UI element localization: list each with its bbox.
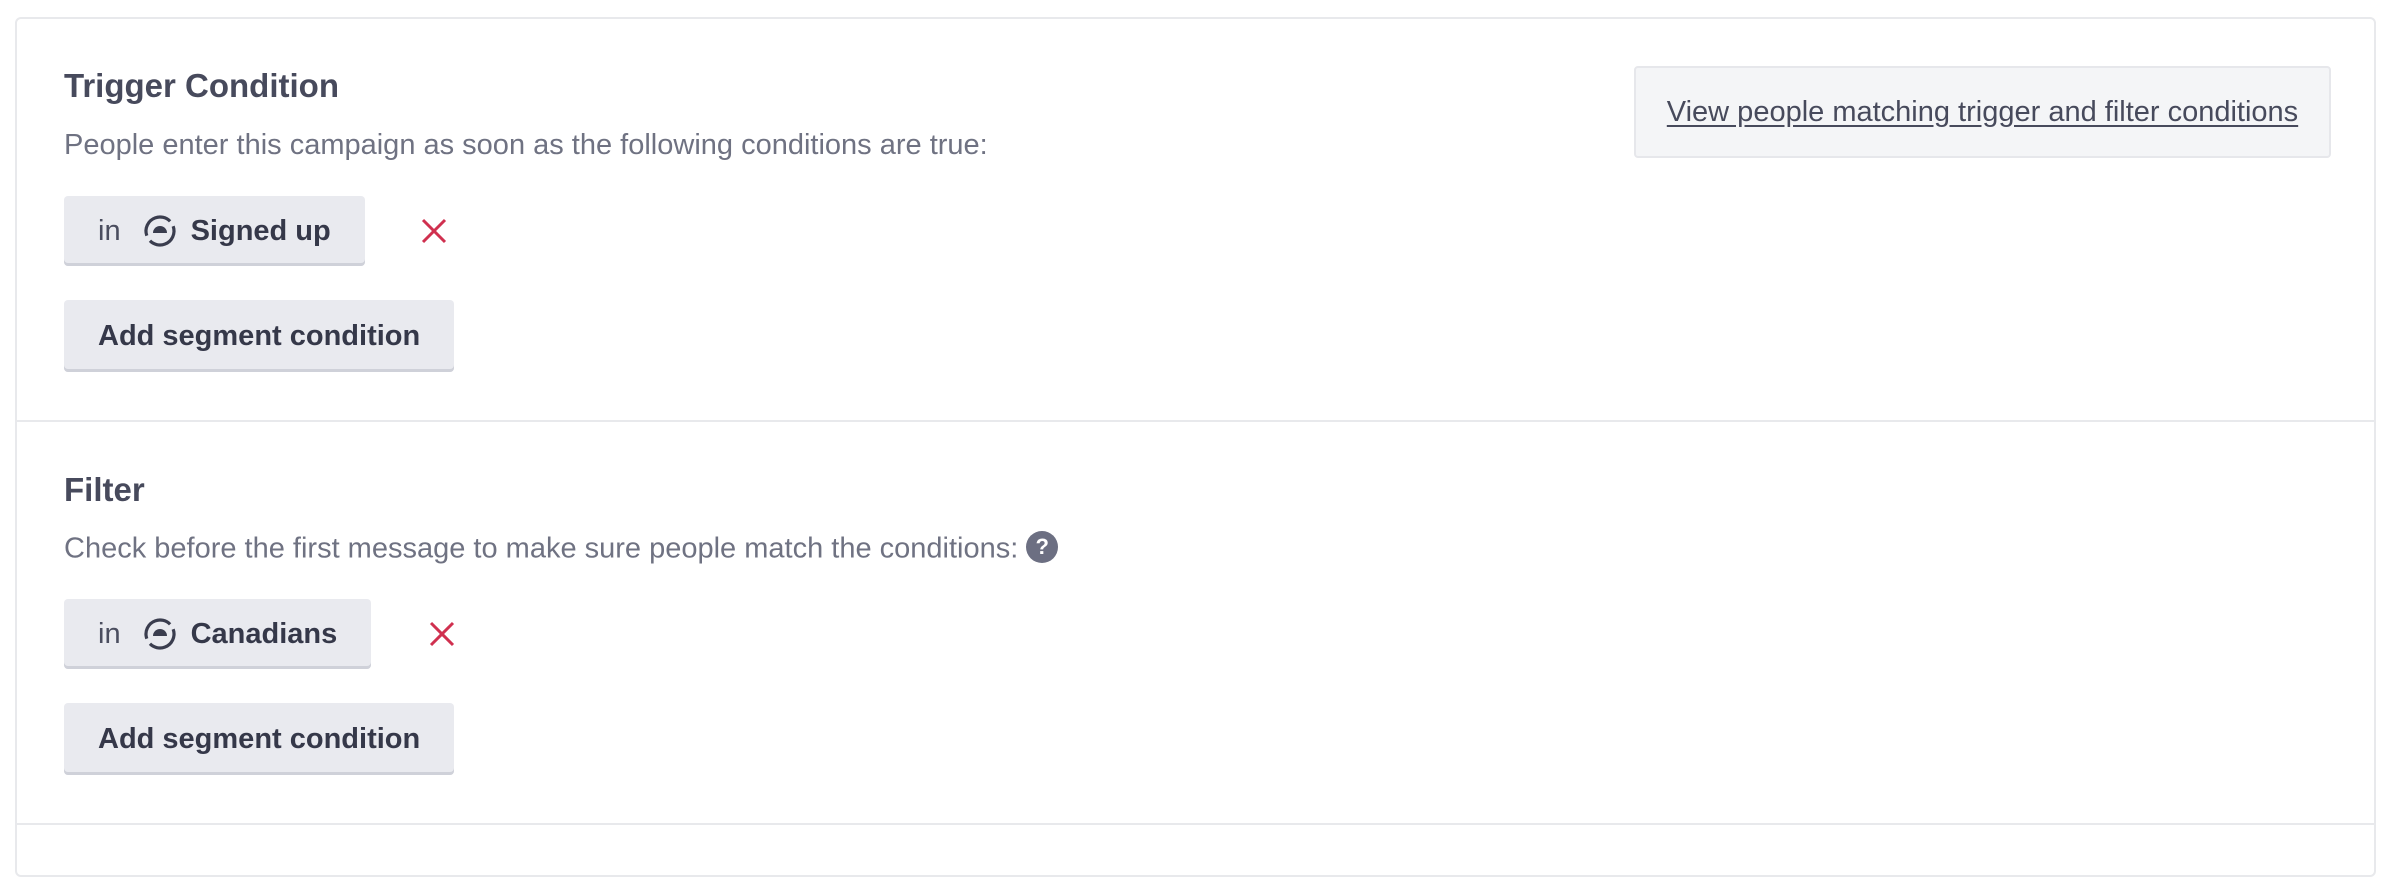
condition-operator: in [98, 617, 121, 650]
filter-segment-condition[interactable]: in Canadians [64, 599, 372, 669]
campaign-conditions-panel: Trigger Condition People enter this camp… [15, 17, 2376, 877]
filter-section: Filter Check before the first message to… [17, 420, 2374, 823]
segment-icon [143, 618, 176, 650]
segment-name: Signed up [190, 214, 331, 247]
filter-heading: Filter [64, 471, 145, 508]
filter-description: Check before the first message to make s… [64, 532, 1019, 565]
remove-trigger-condition-button[interactable] [419, 216, 449, 246]
remove-filter-condition-button[interactable] [427, 619, 457, 649]
trigger-description: People enter this campaign as soon as th… [64, 129, 988, 161]
trigger-condition-section: Trigger Condition People enter this camp… [17, 19, 2374, 420]
view-matching-people-link[interactable]: View people matching trigger and filter … [1667, 96, 2298, 129]
trigger-heading: Trigger Condition [64, 67, 339, 104]
add-trigger-segment-condition-button[interactable]: Add segment condition [64, 300, 455, 372]
filter-description-row: Check before the first message to make s… [64, 531, 1059, 566]
trigger-segment-condition[interactable]: in Signed up [64, 196, 365, 266]
close-icon [421, 218, 447, 244]
segment-name: Canadians [190, 617, 338, 650]
condition-operator: in [98, 214, 121, 247]
view-matching-people-box: View people matching trigger and filter … [1634, 66, 2331, 158]
segment-icon [143, 215, 176, 247]
add-filter-segment-condition-button[interactable]: Add segment condition [64, 703, 455, 775]
close-icon [429, 621, 455, 647]
next-section [17, 823, 2374, 883]
help-icon[interactable]: ? [1026, 531, 1059, 563]
